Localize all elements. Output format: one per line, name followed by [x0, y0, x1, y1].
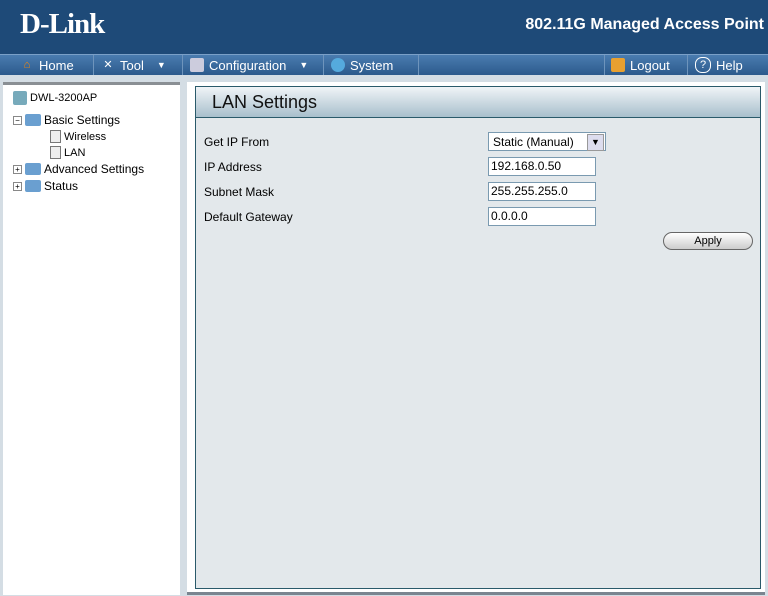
tree-wireless[interactable]: Wireless — [50, 130, 106, 143]
default-gateway-label: Default Gateway — [204, 210, 293, 224]
nav-home-label: Home — [39, 57, 74, 73]
apply-button[interactable]: Apply — [663, 232, 753, 250]
nav-bar: ⌂ Home ✕ Tool ▼ Configuration ▼ System Logou… — [0, 54, 768, 75]
tree-status[interactable]: + Status — [13, 179, 78, 193]
ip-address-input[interactable]: 192.168.0.50 — [488, 157, 596, 176]
get-ip-value: Static (Manual) — [493, 135, 574, 149]
nav-tool-label: Tool — [120, 57, 144, 73]
chevron-down-icon[interactable]: ▼ — [587, 134, 604, 151]
page-icon — [50, 146, 61, 159]
nav-help[interactable]: ? Help — [689, 55, 768, 75]
nav-logout[interactable]: Logout — [604, 55, 688, 75]
tree-wireless-label: Wireless — [64, 130, 107, 143]
lan-settings-panel: LAN Settings Get IP From Static (Manual)… — [195, 86, 761, 589]
tree-root-label: DWL-3200AP — [30, 92, 98, 104]
default-gateway-input[interactable]: 0.0.0.0 — [488, 207, 596, 226]
tree-basic-label: Basic Settings — [44, 113, 121, 127]
tree-lan-label: LAN — [64, 146, 86, 159]
nav-help-label: Help — [716, 57, 743, 73]
product-title: 802.11G Managed Access Point — [525, 16, 764, 33]
folder-icon — [25, 180, 41, 192]
tree-lan[interactable]: LAN — [50, 146, 85, 159]
folder-icon — [25, 163, 41, 175]
expand-icon[interactable]: + — [13, 164, 22, 174]
nav-system-label: System — [350, 57, 394, 73]
tool-icon: ✕ — [103, 59, 113, 71]
folder-open-icon — [25, 114, 41, 126]
sidebar-tree: DWL-3200AP − Basic Settings Wireless LAN … — [3, 82, 180, 595]
subnet-mask-input[interactable]: 255.255.255.0 — [488, 182, 596, 201]
nav-configuration[interactable]: Configuration ▼ — [184, 55, 324, 75]
nav-home[interactable]: ⌂ Home — [14, 55, 94, 75]
home-icon: ⌂ — [23, 59, 31, 71]
help-icon: ? — [695, 57, 711, 73]
chevron-down-icon: ▼ — [299, 59, 309, 70]
nav-system[interactable]: System — [325, 55, 419, 75]
nav-configuration-label: Configuration — [209, 57, 287, 73]
page-title: LAN Settings — [212, 92, 318, 112]
nav-tool[interactable]: ✕ Tool ▼ — [95, 55, 183, 75]
tree-advanced-settings[interactable]: + Advanced Settings — [13, 162, 144, 176]
get-ip-label: Get IP From — [204, 135, 270, 149]
get-ip-select[interactable]: Static (Manual) ▼ — [488, 132, 606, 151]
save-icon — [190, 58, 204, 72]
tree-basic-settings[interactable]: − Basic Settings — [13, 113, 120, 127]
expand-icon[interactable]: + — [13, 181, 22, 191]
page-icon — [50, 130, 61, 143]
dlink-logo: D-Link — [20, 8, 105, 40]
tree-advanced-label: Advanced Settings — [44, 162, 145, 176]
collapse-icon[interactable]: − — [13, 115, 22, 125]
tree-root[interactable]: DWL-3200AP — [13, 91, 97, 105]
header: D-Link 802.11G Managed Access Point — [0, 0, 768, 54]
chevron-down-icon: ▼ — [156, 59, 166, 70]
system-icon — [331, 58, 345, 72]
nav-logout-label: Logout — [630, 57, 670, 73]
ip-address-label: IP Address — [204, 160, 262, 174]
subnet-mask-label: Subnet Mask — [204, 185, 275, 199]
key-icon — [611, 58, 625, 72]
tree-status-label: Status — [44, 179, 79, 193]
computer-icon — [13, 91, 27, 105]
